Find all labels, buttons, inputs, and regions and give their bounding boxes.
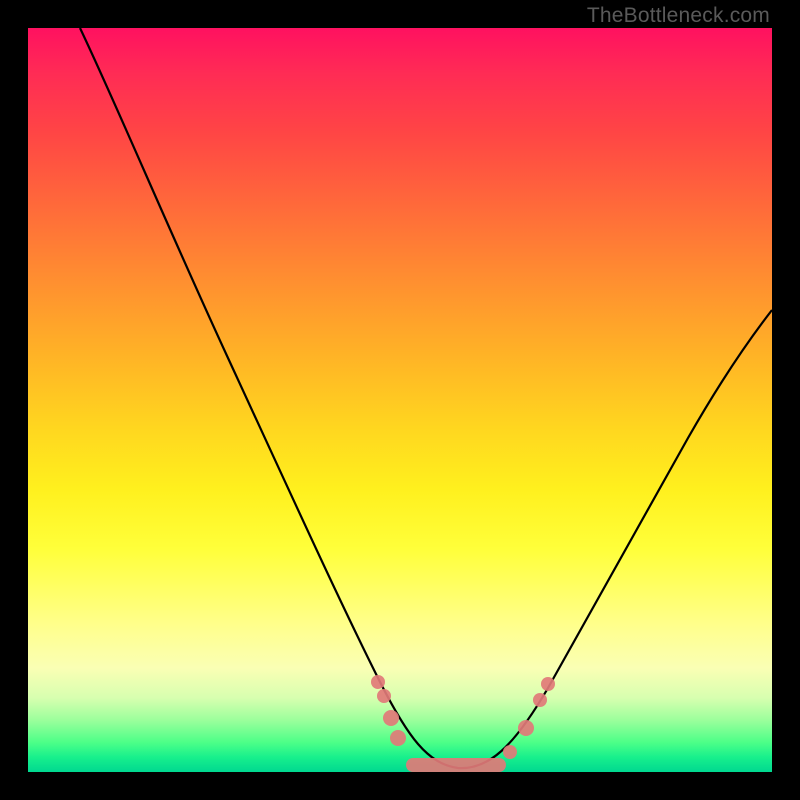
bottleneck-curve [80,28,772,768]
chart-frame: TheBottleneck.com [0,0,800,800]
trough-markers [371,675,555,772]
curve-layer [28,28,772,772]
watermark-text: TheBottleneck.com [587,4,770,28]
plot-area [28,28,772,772]
